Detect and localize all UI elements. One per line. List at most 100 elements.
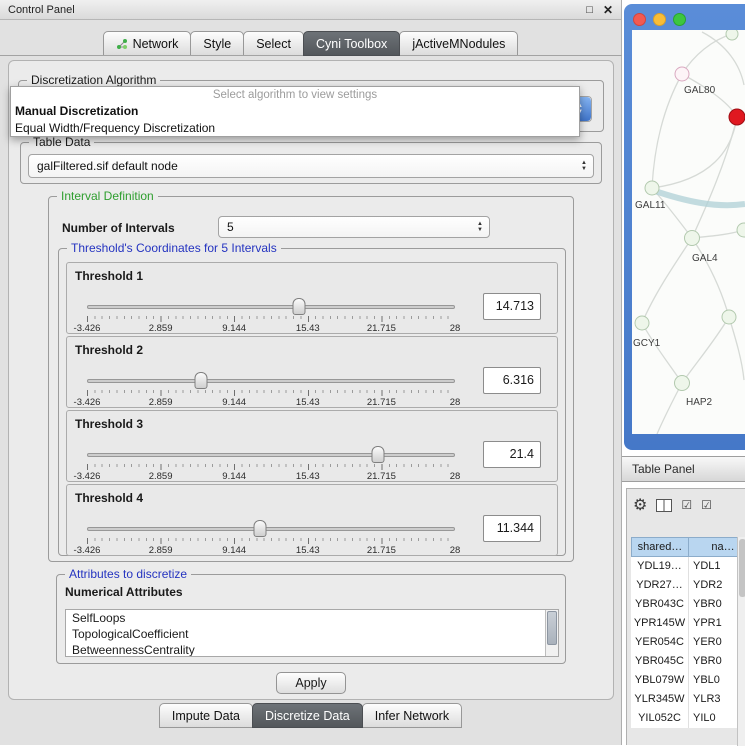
table-row[interactable]: YPR145W YPR1 — [631, 614, 745, 633]
slider-ticks — [87, 390, 455, 396]
minimize-window-icon[interactable] — [653, 13, 666, 26]
tab-cyni-toolbox[interactable]: Cyni Toolbox — [303, 31, 400, 56]
table-cell[interactable]: YBR045C — [631, 652, 689, 671]
slider-thumb[interactable] — [253, 520, 266, 537]
control-panel: Control Panel □ ✕ Network Style Select C… — [0, 0, 622, 745]
number-of-intervals-combobox[interactable]: 5 ▲ ▼ — [218, 216, 490, 238]
highlighted-edge — [652, 190, 745, 205]
node-label: GAL11 — [635, 200, 666, 211]
close-icon[interactable]: ✕ — [603, 3, 613, 17]
slider-ticks — [87, 316, 455, 322]
slider-track[interactable] — [87, 453, 455, 457]
close-window-icon[interactable] — [633, 13, 646, 26]
discretization-algorithm-group-title: Discretization Algorithm — [27, 73, 160, 87]
threshold-slider[interactable]: -3.426 2.859 9.144 15.43 21.715 28 — [87, 519, 455, 555]
threshold-slider[interactable]: -3.426 2.859 9.144 15.43 21.715 28 — [87, 445, 455, 481]
numerical-attributes-list[interactable]: SelfLoops TopologicalCoefficient Between… — [65, 609, 559, 657]
table-row[interactable]: YER054C YER0 — [631, 633, 745, 652]
network-node[interactable] — [675, 376, 690, 391]
node-label: GAL4 — [692, 253, 718, 264]
network-node[interactable] — [635, 316, 649, 330]
table-row[interactable]: YIL052C YIL0 — [631, 709, 745, 728]
tab-infer-network[interactable]: Infer Network — [362, 703, 462, 728]
table-cell[interactable]: YDL19… — [631, 557, 689, 576]
network-node-labels: GAL80 GAL11 GAL4 GCY1 HAP2 — [633, 85, 718, 408]
table-cell[interactable]: YBR043C — [631, 595, 689, 614]
network-node[interactable] — [675, 67, 689, 81]
checkbox-icon[interactable]: ☑ — [701, 498, 712, 512]
table-row[interactable]: YDL19… YDL1 — [631, 557, 745, 576]
threshold-label: Threshold 2 — [75, 343, 143, 357]
table-scrollbar[interactable] — [737, 537, 745, 746]
tab-select[interactable]: Select — [243, 31, 304, 56]
scale-label: -3.426 — [74, 323, 101, 334]
scale-label: 15.43 — [296, 397, 320, 408]
apply-button[interactable]: Apply — [276, 672, 346, 694]
popup-item-manual-discretization[interactable]: Manual Discretization — [11, 103, 579, 120]
table-cell[interactable]: YIL052C — [631, 709, 689, 728]
column-header-shared-name[interactable]: shared… — [631, 537, 689, 557]
scale-label: 9.144 — [222, 545, 246, 556]
popup-item-equal-width-frequency[interactable]: Equal Width/Frequency Discretization — [11, 120, 579, 137]
columns-icon[interactable] — [656, 499, 672, 512]
slider-thumb[interactable] — [371, 446, 384, 463]
network-node[interactable] — [737, 223, 745, 237]
tab-impute-data[interactable]: Impute Data — [159, 703, 253, 728]
network-node[interactable] — [645, 181, 659, 195]
table-cell[interactable]: YER054C — [631, 633, 689, 652]
threshold-slider[interactable]: -3.426 2.859 9.144 15.43 21.715 28 — [87, 371, 455, 407]
tab-style[interactable]: Style — [190, 31, 244, 56]
table-cell[interactable]: YLR345W — [631, 690, 689, 709]
list-item[interactable]: BetweennessCentrality — [66, 642, 558, 657]
slider-track[interactable] — [87, 527, 455, 531]
table-data-combobox[interactable]: galFiltered.sif default node ▲ ▼ — [28, 154, 594, 178]
network-node[interactable] — [685, 231, 700, 246]
list-item[interactable]: TopologicalCoefficient — [66, 626, 558, 642]
table-cell[interactable]: YPR145W — [631, 614, 689, 633]
table-row[interactable]: YBR043C YBR0 — [631, 595, 745, 614]
table-row[interactable]: YLR345W YLR3 — [631, 690, 745, 709]
slider-track[interactable] — [87, 305, 455, 309]
list-scrollbar[interactable] — [545, 610, 558, 656]
table-row[interactable]: YDR27… YDR2 — [631, 576, 745, 595]
zoom-window-icon[interactable] — [673, 13, 686, 26]
table-row[interactable]: YBR045C YBR0 — [631, 652, 745, 671]
table-cell[interactable]: YDR27… — [631, 576, 689, 595]
list-item[interactable]: SelfLoops — [66, 610, 558, 626]
scrollbar-thumb[interactable] — [739, 539, 745, 597]
slider-thumb[interactable] — [195, 372, 208, 389]
float-window-icon[interactable]: □ — [586, 4, 593, 16]
combobox-stepper-icon[interactable]: ▲ ▼ — [471, 217, 489, 237]
scale-label: 15.43 — [296, 323, 320, 334]
scale-label: 2.859 — [149, 471, 173, 482]
table-row[interactable]: YBL079W YBL0 — [631, 671, 745, 690]
threshold-value-field[interactable]: 14.713 — [483, 293, 541, 320]
scale-label: 28 — [450, 397, 461, 408]
network-icon — [116, 38, 128, 50]
network-graph[interactable]: GAL80 GAL11 GAL4 GCY1 HAP2 — [632, 30, 745, 434]
slider-track[interactable] — [87, 379, 455, 383]
tab-jactivemnodules[interactable]: jActiveMNodules — [399, 31, 518, 56]
network-node[interactable] — [722, 310, 736, 324]
tab-network[interactable]: Network — [103, 31, 192, 56]
network-canvas[interactable]: GAL80 GAL11 GAL4 GCY1 HAP2 — [632, 30, 745, 434]
network-node-red[interactable] — [729, 109, 745, 125]
tab-discretize-data[interactable]: Discretize Data — [252, 703, 363, 728]
gear-icon[interactable]: ⚙ — [633, 495, 647, 515]
threshold-value-field[interactable]: 11.344 — [483, 515, 541, 542]
threshold-label: Threshold 3 — [75, 417, 143, 431]
threshold-2-panel: Threshold 2 6.316 -3.426 2.859 9.144 15.… — [66, 336, 558, 408]
combobox-stepper-icon[interactable]: ▲ ▼ — [575, 155, 593, 177]
threshold-value-field[interactable]: 21.4 — [483, 441, 541, 468]
network-node[interactable] — [726, 30, 738, 40]
tab-label: Infer Network — [375, 709, 449, 723]
checkbox-icon[interactable]: ☑ — [681, 498, 692, 512]
tab-label: jActiveMNodules — [412, 37, 505, 51]
tab-label: Style — [203, 37, 231, 51]
popup-placeholder: Select algorithm to view settings — [11, 87, 579, 103]
table-cell[interactable]: YBL079W — [631, 671, 689, 690]
threshold-value-field[interactable]: 6.316 — [483, 367, 541, 394]
threshold-slider[interactable]: -3.426 2.859 9.144 15.43 21.715 28 — [87, 297, 455, 333]
scrollbar-thumb[interactable] — [547, 611, 557, 645]
slider-thumb[interactable] — [293, 298, 306, 315]
